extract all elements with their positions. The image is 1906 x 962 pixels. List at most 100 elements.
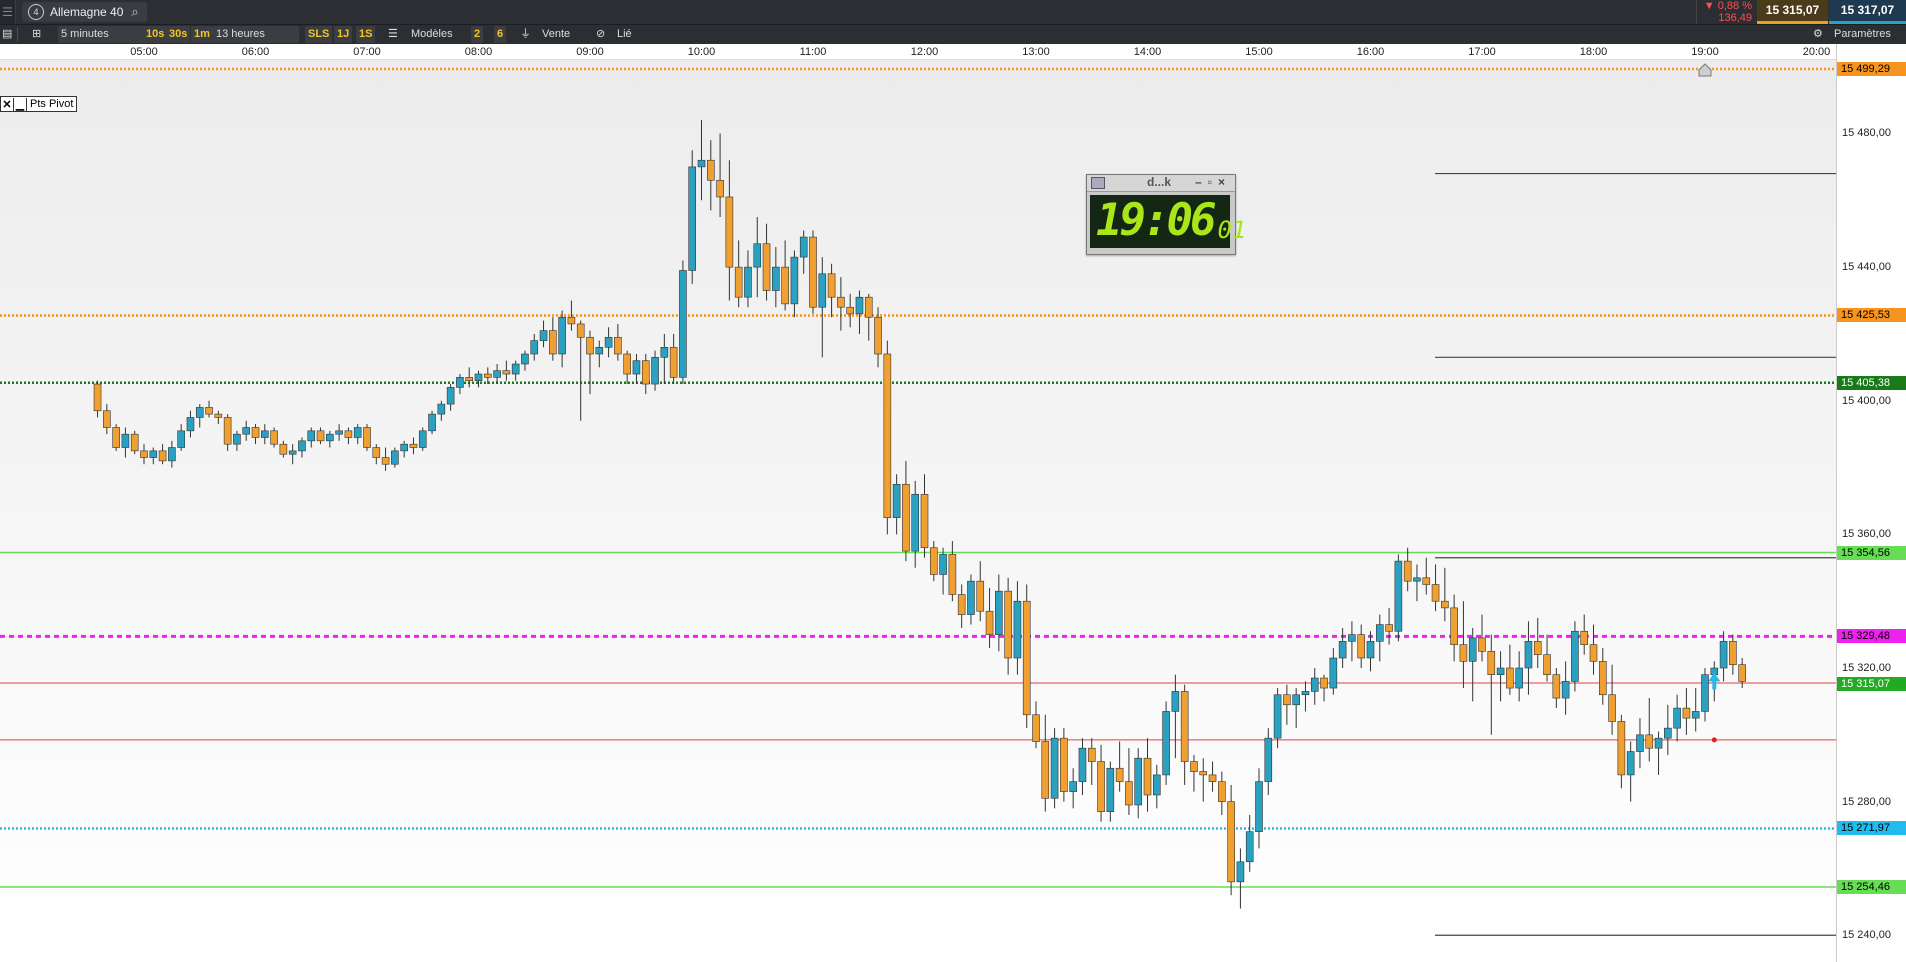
candle: [762, 223, 771, 301]
candle: [1580, 614, 1589, 655]
candlestick-chart[interactable]: [0, 60, 1836, 962]
candle: [864, 293, 873, 341]
candle: [1441, 567, 1449, 622]
quick-30s-button[interactable]: 30s: [166, 26, 191, 43]
link-icon: ⊘: [596, 28, 606, 40]
candle-body: [242, 427, 251, 435]
timeframe-select[interactable]: 5 minutes: [58, 26, 144, 43]
candle: [1589, 624, 1598, 675]
candle-body: [1032, 714, 1040, 742]
quick-1j-button[interactable]: 1J: [334, 26, 353, 43]
candle: [223, 414, 232, 451]
candle-body: [205, 407, 213, 415]
window-controls[interactable]: –▫×: [1195, 175, 1231, 189]
candle: [1115, 741, 1124, 792]
candle: [474, 370, 483, 388]
candle: [391, 447, 399, 468]
candle-body: [827, 273, 836, 298]
candle: [1701, 668, 1709, 722]
scroll-marker-icon[interactable]: [1698, 63, 1712, 77]
candle-body: [576, 323, 585, 338]
candle: [195, 404, 204, 428]
candle: [418, 427, 427, 451]
candle-body: [1552, 674, 1561, 699]
duration-select[interactable]: 13 heures: [213, 26, 299, 43]
candle: [1106, 761, 1115, 822]
candle: [381, 447, 390, 471]
candle: [1506, 644, 1514, 695]
candle: [595, 340, 604, 368]
change-percent: ▼ 0,88 %: [1703, 0, 1752, 12]
quick-1s-button[interactable]: 1S: [356, 26, 376, 43]
menu-icon[interactable]: ☰: [0, 0, 16, 24]
candle-body: [316, 430, 325, 442]
candle-body: [1645, 734, 1654, 749]
candle: [1552, 668, 1561, 709]
quick-10s-button[interactable]: 10s: [143, 26, 168, 43]
clock-time: 19:06: [1096, 195, 1216, 246]
candle: [1245, 815, 1254, 872]
count-6-button[interactable]: 6: [494, 26, 507, 43]
candle-body: [270, 430, 278, 445]
candle-body: [1069, 781, 1077, 792]
candle-body: [623, 353, 631, 375]
layout-icon[interactable]: ⊞: [32, 26, 41, 43]
candle: [1301, 681, 1310, 712]
candle-body: [1292, 694, 1300, 706]
candle: [1004, 577, 1012, 675]
candle-body: [753, 243, 762, 268]
count-2-button[interactable]: 2: [471, 26, 484, 43]
ask-price-button[interactable]: 15 317,07: [1829, 0, 1906, 24]
level-tag: 15 499,29: [1837, 62, 1906, 77]
candle: [549, 317, 557, 361]
list-icon[interactable]: ▤: [2, 26, 12, 43]
clock-widget[interactable]: d...k –▫× 19:06 01: [1086, 174, 1246, 255]
instrument-selector[interactable]: 4 Allemagne 40 ⌕: [22, 2, 147, 22]
candle: [214, 410, 223, 425]
candle: [957, 584, 966, 628]
price-tick-label: 15 320,00: [1842, 662, 1891, 674]
candle: [660, 333, 669, 385]
clock-titlebar[interactable]: d...k –▫×: [1087, 175, 1235, 192]
search-icon[interactable]: ⌕: [131, 4, 138, 20]
candle: [651, 350, 659, 391]
close-icon[interactable]: ✕: [1, 97, 14, 111]
chart-toolbar: ▤ ⊞ 5 minutes 10s 30s 1m 13 heures SLS 1…: [0, 24, 1906, 44]
candle-body: [1366, 640, 1375, 659]
gear-icon[interactable]: ⚙: [1813, 26, 1823, 43]
candle-body: [1431, 584, 1440, 602]
candle-body: [1310, 677, 1319, 692]
candle-body: [1050, 737, 1059, 799]
candle: [1385, 607, 1393, 645]
candle-body: [772, 266, 780, 291]
candle: [1162, 701, 1170, 785]
clock-display: 19:06 01: [1090, 195, 1246, 248]
candle: [911, 480, 920, 568]
candle-body: [1543, 654, 1551, 675]
sls-button[interactable]: SLS: [305, 26, 333, 43]
minimize-icon[interactable]: ▁: [14, 97, 27, 111]
linked-button[interactable]: Lié: [617, 26, 632, 43]
sell-button[interactable]: Vente: [542, 26, 570, 43]
candle-body: [1283, 694, 1291, 706]
candle: [149, 447, 158, 465]
bid-price-button[interactable]: 15 315,07: [1757, 0, 1828, 24]
chart-area[interactable]: [0, 60, 1836, 962]
settings-button[interactable]: Paramètres: [1834, 26, 1891, 43]
level-tag: 15 315,07: [1837, 677, 1906, 692]
candle: [753, 217, 762, 298]
candle-body: [326, 433, 334, 442]
candle-body: [279, 443, 288, 455]
price-tick-label: 15 360,00: [1842, 528, 1891, 541]
candle-body: [381, 457, 390, 465]
candle: [1645, 698, 1654, 762]
candle: [1617, 714, 1626, 789]
window-icon: [1091, 177, 1105, 189]
quick-1m-button[interactable]: 1m: [191, 26, 213, 43]
candle: [902, 460, 910, 562]
candle-body: [762, 243, 771, 291]
candle: [1729, 634, 1737, 675]
candle: [1375, 614, 1384, 662]
models-button[interactable]: Modèles: [411, 26, 453, 43]
candle: [586, 330, 594, 395]
